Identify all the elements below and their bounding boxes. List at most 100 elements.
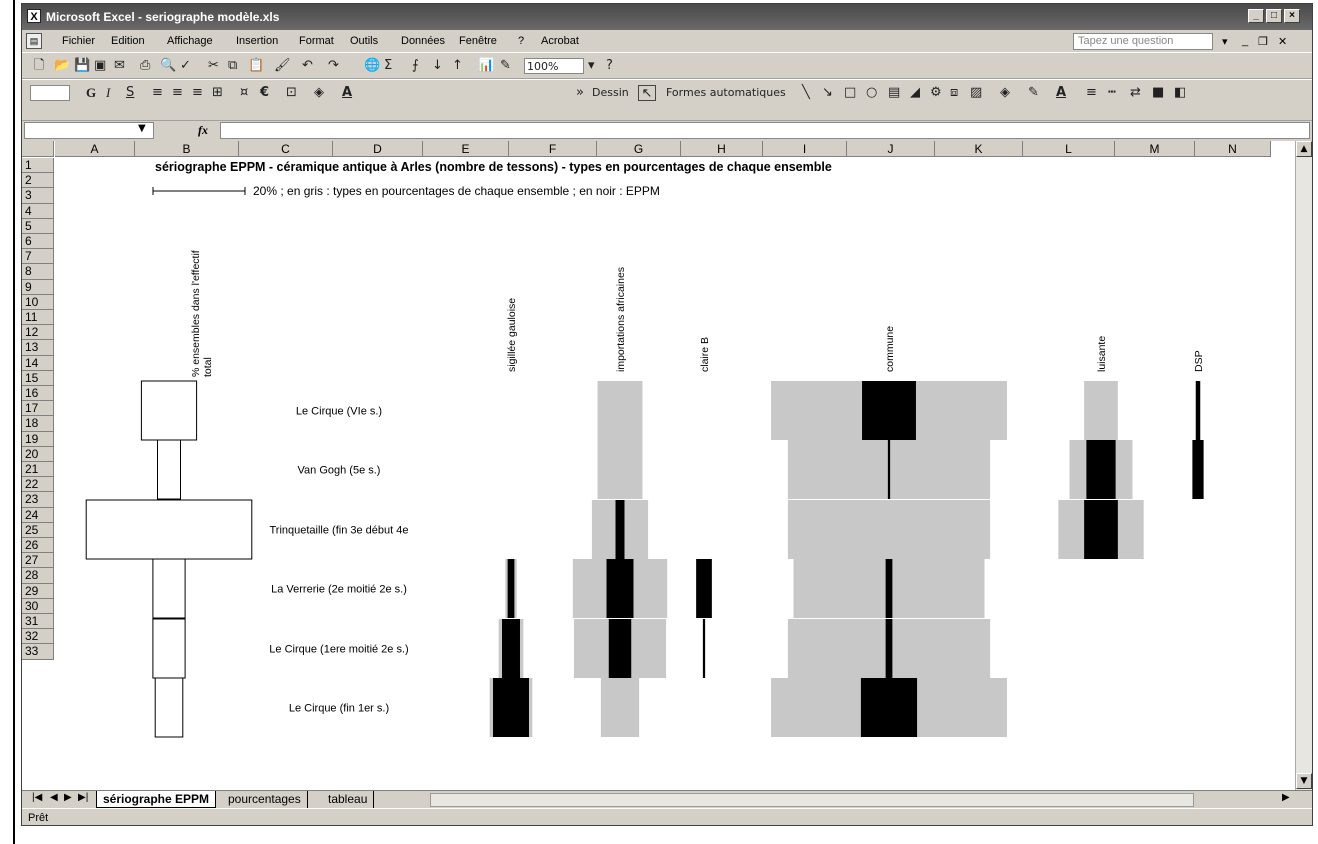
column-header-j[interactable]: J [847, 141, 935, 157]
row-header-13[interactable]: 13 [22, 340, 54, 356]
cut-icon[interactable]: ✂ [208, 58, 219, 74]
font-color-icon[interactable]: A [342, 85, 352, 101]
tab-last-icon[interactable]: ▶| [72, 791, 94, 808]
scroll-down-icon[interactable]: ▼ [1296, 773, 1312, 789]
menu-format[interactable]: Format [299, 35, 334, 47]
help-icon[interactable]: ? [606, 58, 613, 74]
column-header-m[interactable]: M [1115, 141, 1195, 157]
formula-input[interactable] [220, 122, 1310, 139]
print-icon[interactable]: ⎙ [140, 58, 150, 74]
row-header-17[interactable]: 17 [22, 401, 54, 417]
row-header-7[interactable]: 7 [22, 249, 54, 265]
row-header-23[interactable]: 23 [22, 492, 54, 508]
spelling-icon[interactable]: ✓ [180, 58, 191, 74]
row-header-15[interactable]: 15 [22, 370, 54, 386]
column-header-i[interactable]: I [763, 141, 847, 157]
fx-icon[interactable]: fx [198, 123, 208, 138]
row-header-19[interactable]: 19 [22, 431, 54, 447]
row-header-8[interactable]: 8 [22, 264, 54, 280]
line-icon[interactable]: ╲ [802, 85, 810, 101]
oval-icon[interactable]: ○ [866, 85, 877, 101]
font-select[interactable] [30, 85, 70, 101]
ask-question-input[interactable]: Tapez une question [1073, 33, 1213, 50]
menu-fenetre[interactable]: Fenêtre [459, 35, 497, 47]
row-header-11[interactable]: 11 [22, 310, 54, 326]
italic-button[interactable]: I [106, 85, 110, 101]
tab-pourcentages[interactable]: pourcentages [222, 791, 308, 808]
row-header-18[interactable]: 18 [22, 416, 54, 432]
rectangle-icon[interactable]: □ [844, 85, 856, 101]
zoom-dropdown-icon[interactable]: ▾ [588, 58, 595, 74]
format-painter-icon[interactable]: 🖌 [274, 58, 291, 74]
row-header-20[interactable]: 20 [22, 446, 54, 462]
column-header-d[interactable]: D [333, 141, 423, 157]
row-header-33[interactable]: 33 [22, 644, 54, 660]
column-header-a[interactable]: A [55, 141, 135, 157]
print-preview-icon[interactable]: 🔍 [160, 58, 176, 74]
row-header-4[interactable]: 4 [22, 203, 54, 219]
column-header-h[interactable]: H [681, 141, 763, 157]
paste-icon[interactable]: 📋 [248, 58, 264, 74]
email-icon[interactable]: ✉ [114, 58, 125, 74]
copy-icon[interactable]: ⧉ [228, 58, 237, 74]
row-header-16[interactable]: 16 [22, 386, 54, 402]
row-header-31[interactable]: 31 [22, 614, 54, 630]
menu-fichier[interactable]: Fichier [62, 35, 95, 47]
document-icon[interactable]: ▤ [26, 33, 42, 49]
row-header-21[interactable]: 21 [22, 462, 54, 478]
toolbar-options-icon[interactable]: » [576, 85, 584, 101]
doc-minimize-icon[interactable]: _ [1242, 35, 1248, 47]
scroll-up-icon[interactable]: ▲ [1296, 141, 1312, 157]
row-header-30[interactable]: 30 [22, 598, 54, 614]
bold-button[interactable]: G [86, 85, 96, 101]
dash-style-icon[interactable]: ┅ [1108, 85, 1116, 101]
fill-color-icon[interactable]: ◈ [314, 85, 324, 101]
row-header-22[interactable]: 22 [22, 477, 54, 493]
menu-outils[interactable]: Outils [350, 35, 378, 47]
clipart-icon[interactable]: ⧈ [950, 85, 958, 101]
sort-desc-icon[interactable]: ↑ [452, 58, 463, 74]
shadow-icon[interactable]: ■ [1152, 85, 1164, 101]
autosum-icon[interactable]: Σ [384, 58, 392, 74]
column-header-f[interactable]: F [509, 141, 597, 157]
sort-asc-icon[interactable]: ↓ [432, 58, 443, 74]
menu-edition[interactable]: Edition [111, 35, 145, 47]
row-header-24[interactable]: 24 [22, 507, 54, 523]
tab-tableau[interactable]: tableau [322, 791, 375, 808]
menu-acrobat[interactable]: Acrobat [541, 35, 579, 47]
row-header-26[interactable]: 26 [22, 538, 54, 554]
currency-icon[interactable]: ¤ [240, 85, 248, 101]
name-box-dropdown-icon[interactable]: ▼ [138, 123, 146, 134]
select-objects-icon[interactable]: ↖ [638, 85, 656, 101]
arrow-style-icon[interactable]: ⇄ [1130, 85, 1141, 101]
menu-insertion[interactable]: Insertion [236, 35, 278, 47]
textbox-icon[interactable]: ▤ [888, 85, 900, 101]
close-button[interactable]: × [1284, 9, 1300, 23]
row-header-3[interactable]: 3 [22, 188, 54, 204]
doc-close-icon[interactable]: ✕ [1278, 35, 1287, 48]
menu-donnees[interactable]: Données [401, 35, 445, 47]
column-header-b[interactable]: B [135, 141, 239, 157]
name-box[interactable] [24, 122, 154, 139]
maximize-button[interactable]: □ [1266, 9, 1282, 23]
row-header-6[interactable]: 6 [22, 234, 54, 250]
align-right-icon[interactable]: ≡ [192, 85, 203, 101]
column-header-n[interactable]: N [1195, 141, 1271, 157]
row-header-9[interactable]: 9 [22, 279, 54, 295]
new-icon[interactable]: 🗋 [34, 58, 44, 74]
row-header-14[interactable]: 14 [22, 355, 54, 371]
underline-button[interactable]: S [126, 85, 134, 101]
open-icon[interactable]: 📂 [54, 58, 70, 74]
function-icon[interactable]: ⨍ [412, 58, 419, 74]
column-header-k[interactable]: K [935, 141, 1023, 157]
row-header-10[interactable]: 10 [22, 294, 54, 310]
row-header-28[interactable]: 28 [22, 568, 54, 584]
wordart-icon[interactable]: ◢ [910, 85, 920, 101]
select-all-corner[interactable] [22, 141, 54, 157]
zoom-select[interactable]: 100% [524, 58, 584, 74]
column-header-g[interactable]: G [597, 141, 681, 157]
borders-icon[interactable]: ⊡ [286, 85, 297, 101]
draw-fill-icon[interactable]: ◈ [1000, 85, 1010, 101]
euro-button[interactable]: € [260, 85, 269, 101]
align-center-icon[interactable]: ≡ [172, 85, 183, 101]
